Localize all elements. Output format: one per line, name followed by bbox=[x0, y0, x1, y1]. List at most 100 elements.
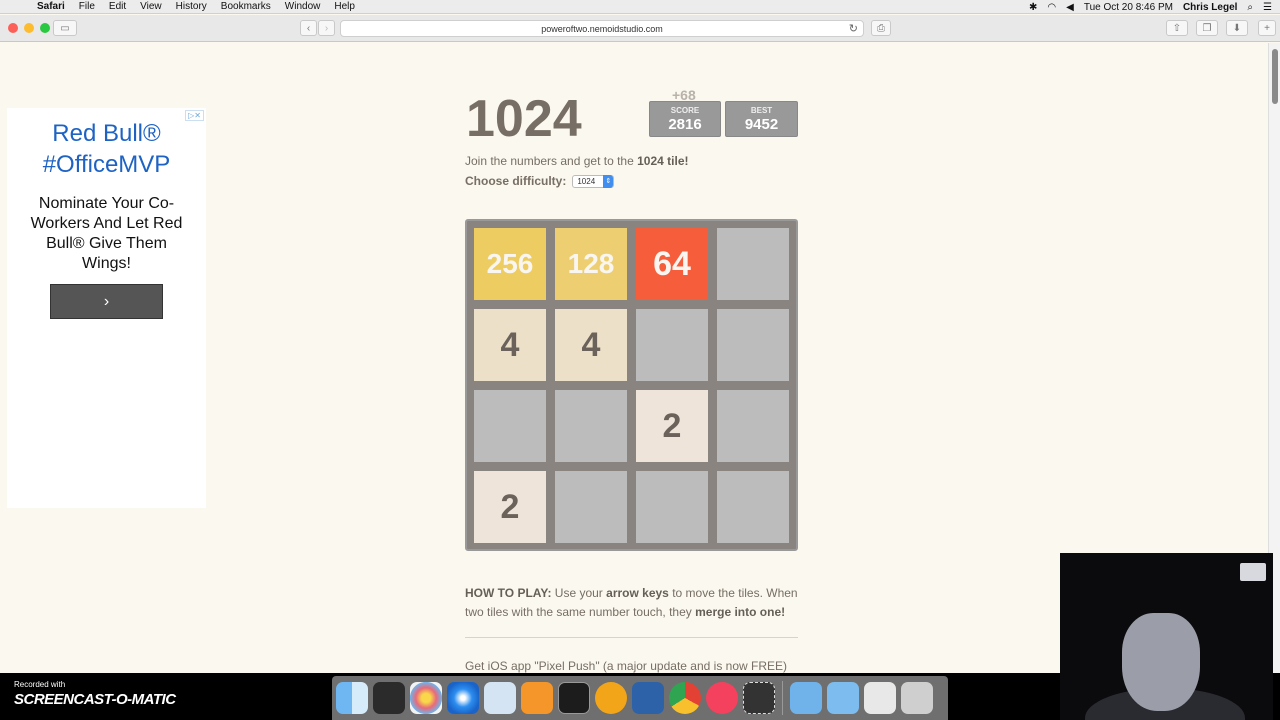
menu-help[interactable]: Help bbox=[327, 1, 362, 12]
documents-folder-icon[interactable] bbox=[827, 682, 859, 714]
how-to-play: HOW TO PLAY: Use your arrow keys to move… bbox=[465, 584, 805, 622]
difficulty-label: Choose difficulty: bbox=[465, 174, 567, 188]
vlc-icon[interactable] bbox=[595, 682, 627, 714]
final-cut-icon[interactable] bbox=[373, 682, 405, 714]
select-arrows-icon: ⇕ bbox=[603, 174, 614, 188]
score-value: 2816 bbox=[668, 116, 702, 133]
score-box: SCORE 2816 bbox=[649, 101, 721, 137]
tile-r1-c4 bbox=[717, 228, 789, 300]
volume-icon[interactable]: ◀ bbox=[1066, 2, 1074, 13]
tile-r3-c4 bbox=[717, 390, 789, 462]
tile-r1-c2: 128 bbox=[555, 228, 627, 300]
sidebar-toggle-icon[interactable]: ▭ bbox=[53, 20, 77, 36]
menubar-user[interactable]: Chris Legel bbox=[1183, 2, 1237, 13]
ibooks-icon[interactable] bbox=[521, 682, 553, 714]
difficulty-row: Choose difficulty: 1024 ⇕ bbox=[465, 174, 615, 188]
close-window-button[interactable] bbox=[8, 23, 18, 33]
webcam-overlay bbox=[1060, 553, 1273, 720]
zoom-window-button[interactable] bbox=[40, 23, 50, 33]
watermark-line2: SCREENCAST-O-MATIC bbox=[14, 691, 176, 708]
advertisement[interactable]: ▷✕ Red Bull® #OfficeMVP Nominate Your Co… bbox=[7, 108, 206, 508]
menu-file[interactable]: File bbox=[72, 1, 102, 12]
address-bar[interactable]: poweroftwo.nemoidstudio.com ↻ bbox=[340, 20, 864, 37]
share-icon[interactable]: ⇧ bbox=[1166, 20, 1188, 36]
new-tab-icon[interactable]: + bbox=[1258, 20, 1276, 36]
best-value: 9452 bbox=[744, 116, 779, 133]
menu-view[interactable]: View bbox=[133, 1, 169, 12]
macos-dock bbox=[332, 676, 948, 720]
photos-icon[interactable] bbox=[410, 682, 442, 714]
ad-body: Nominate Your Co-Workers And Let Red Bul… bbox=[30, 195, 183, 272]
address-url: poweroftwo.nemoidstudio.com bbox=[541, 23, 663, 34]
howto-keys: arrow keys bbox=[606, 586, 669, 600]
back-button[interactable]: ‹ bbox=[300, 20, 317, 36]
tile-r1-c3: 64 bbox=[636, 228, 708, 300]
background-light bbox=[1240, 563, 1266, 581]
menu-edit[interactable]: Edit bbox=[102, 1, 133, 12]
macos-menubar: Safari File Edit View History Bookmarks … bbox=[0, 0, 1280, 14]
safari-icon[interactable] bbox=[447, 682, 479, 714]
downloads-stack-icon[interactable] bbox=[864, 682, 896, 714]
screenshot-icon[interactable] bbox=[743, 682, 775, 714]
divider bbox=[465, 637, 798, 638]
menu-history[interactable]: History bbox=[169, 1, 214, 12]
scrollbar-thumb[interactable] bbox=[1272, 49, 1278, 104]
wifi-icon[interactable]: ◠ bbox=[1047, 2, 1056, 13]
webcam-person-face bbox=[1122, 613, 1200, 711]
finder-icon[interactable] bbox=[336, 682, 368, 714]
menu-bookmarks[interactable]: Bookmarks bbox=[214, 1, 278, 12]
best-box: BEST 9452 bbox=[725, 101, 798, 137]
best-label: BEST bbox=[750, 106, 773, 115]
app-promo-text[interactable]: Get iOS app "Pixel Push" (a major update… bbox=[465, 659, 787, 673]
notification-center-icon[interactable]: ☰ bbox=[1263, 2, 1272, 13]
reload-icon[interactable]: ↻ bbox=[849, 22, 858, 35]
chrome-icon[interactable] bbox=[669, 682, 701, 714]
tabs-overview-icon[interactable]: ❐ bbox=[1196, 20, 1218, 36]
tile-r2-c2: 4 bbox=[555, 309, 627, 381]
tile-r2-c1: 4 bbox=[474, 309, 546, 381]
browser-toolbar: ▭ ‹ › poweroftwo.nemoidstudio.com ↻ ⎙ ⇧ … bbox=[0, 15, 1280, 42]
window-controls bbox=[8, 23, 50, 33]
menu-app-safari[interactable]: Safari bbox=[30, 1, 72, 12]
ad-choices-icon[interactable]: ▷✕ bbox=[185, 110, 204, 121]
recording-watermark: Recorded with SCREENCAST-O-MATIC bbox=[14, 680, 176, 708]
game-intro: Join the numbers and get to the 1024 til… bbox=[465, 154, 689, 168]
tile-r4-c2 bbox=[555, 471, 627, 543]
ad-cta-button[interactable]: › bbox=[50, 284, 163, 319]
intro-text: Join the numbers and get to the bbox=[465, 154, 638, 168]
difficulty-select[interactable]: 1024 ⇕ bbox=[572, 174, 615, 188]
menu-window[interactable]: Window bbox=[278, 1, 328, 12]
game-title: 1024 bbox=[466, 90, 582, 148]
itunes-icon[interactable] bbox=[706, 682, 738, 714]
howto-label: HOW TO PLAY: bbox=[465, 586, 552, 600]
tile-r3-c1 bbox=[474, 390, 546, 462]
downloads-icon[interactable]: ⬇ bbox=[1226, 20, 1248, 36]
chevron-right-icon: › bbox=[103, 292, 110, 310]
terminal-icon[interactable] bbox=[558, 682, 590, 714]
tile-r2-c4 bbox=[717, 309, 789, 381]
print-icon[interactable]: ⎙ bbox=[871, 20, 891, 36]
howto-text-1: Use your bbox=[551, 586, 607, 600]
howto-merge: merge into one! bbox=[695, 605, 786, 619]
preview-icon[interactable] bbox=[484, 682, 516, 714]
spotlight-icon[interactable]: ⌕ bbox=[1247, 2, 1253, 13]
minimize-window-button[interactable] bbox=[24, 23, 34, 33]
watermark-line1: Recorded with bbox=[14, 680, 66, 689]
forward-button[interactable]: › bbox=[318, 20, 335, 36]
bluetooth-icon[interactable]: ✱ bbox=[1029, 2, 1037, 13]
tile-r4-c4 bbox=[717, 471, 789, 543]
tile-r3-c2 bbox=[555, 390, 627, 462]
tile-r1-c1: 256 bbox=[474, 228, 546, 300]
tile-r2-c3 bbox=[636, 309, 708, 381]
applications-folder-icon[interactable] bbox=[790, 682, 822, 714]
difficulty-value: 1024 bbox=[577, 176, 596, 186]
trash-icon[interactable] bbox=[901, 682, 933, 714]
game-board[interactable]: 256 128 64 4 4 2 2 bbox=[465, 219, 798, 551]
menubar-datetime[interactable]: Tue Oct 20 8:46 PM bbox=[1084, 2, 1173, 13]
ad-headline[interactable]: Red Bull® #OfficeMVP bbox=[7, 118, 206, 180]
score-label: SCORE bbox=[670, 106, 700, 115]
tile-r3-c3: 2 bbox=[636, 390, 708, 462]
intro-goal: 1024 tile! bbox=[637, 154, 689, 168]
tile-r4-c1: 2 bbox=[474, 471, 546, 543]
keynote-icon[interactable] bbox=[632, 682, 664, 714]
